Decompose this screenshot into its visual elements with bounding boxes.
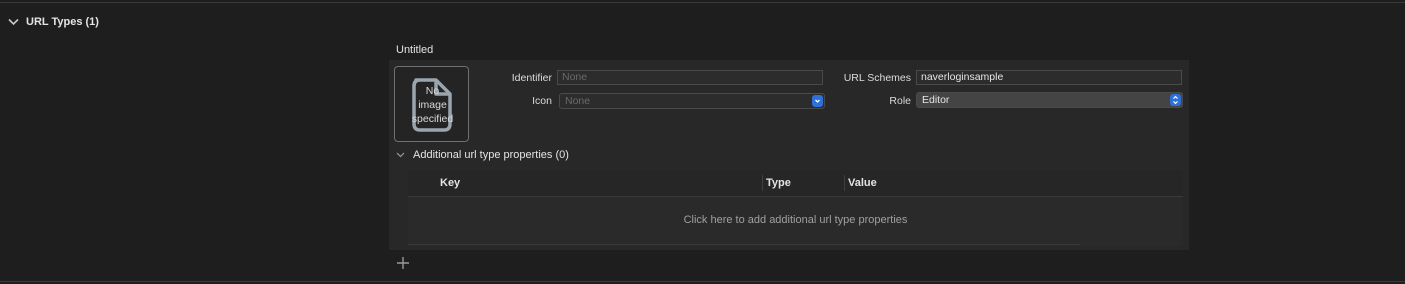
popup-arrows-icon [812,95,823,107]
no-image-line-1: No [425,85,440,97]
chevron-down-icon[interactable] [8,18,19,26]
icon-label: Icon [532,95,552,107]
url-schemes-label: URL Schemes [843,72,911,84]
image-well[interactable]: No image specified [394,66,469,142]
add-properties-placeholder[interactable]: Click here to add additional url type pr… [408,214,1183,226]
additional-properties-title: Additional url type properties (0) [413,149,569,161]
bottom-divider [0,281,1405,282]
popup-arrows-icon [1170,94,1181,106]
no-image-line-3: specified [411,113,454,125]
additional-properties-table: Key Type Value Click here to add additio… [408,170,1183,246]
section-title: URL Types (1) [26,16,99,28]
column-divider [762,175,763,191]
identifier-label: Identifier [511,72,552,84]
table-bottom-divider [408,244,1080,245]
section-header-url-types[interactable]: URL Types (1) [8,14,99,30]
url-type-title: Untitled [396,44,434,56]
icon-popup-value: None [565,95,591,107]
plus-icon [397,257,409,269]
add-url-type-button[interactable] [395,255,411,271]
table-header: Key Type Value [408,170,1183,197]
top-divider [0,2,1405,3]
additional-properties-header[interactable]: Additional url type properties (0) [396,148,569,162]
column-header-type[interactable]: Type [766,177,791,189]
icon-popup[interactable]: None [559,93,825,109]
chevron-down-icon[interactable] [396,152,405,158]
role-popup-value: Editor [922,94,950,106]
identifier-field[interactable]: None [557,70,823,85]
role-label: Role [889,95,911,107]
role-popup[interactable]: Editor [916,92,1183,108]
no-image-line-2: image [418,99,447,111]
column-divider [844,175,845,191]
no-image-label: No image specified [395,84,470,126]
column-header-value[interactable]: Value [848,177,877,189]
url-schemes-field[interactable]: naverloginsample [916,70,1182,85]
column-header-key[interactable]: Key [440,177,460,189]
